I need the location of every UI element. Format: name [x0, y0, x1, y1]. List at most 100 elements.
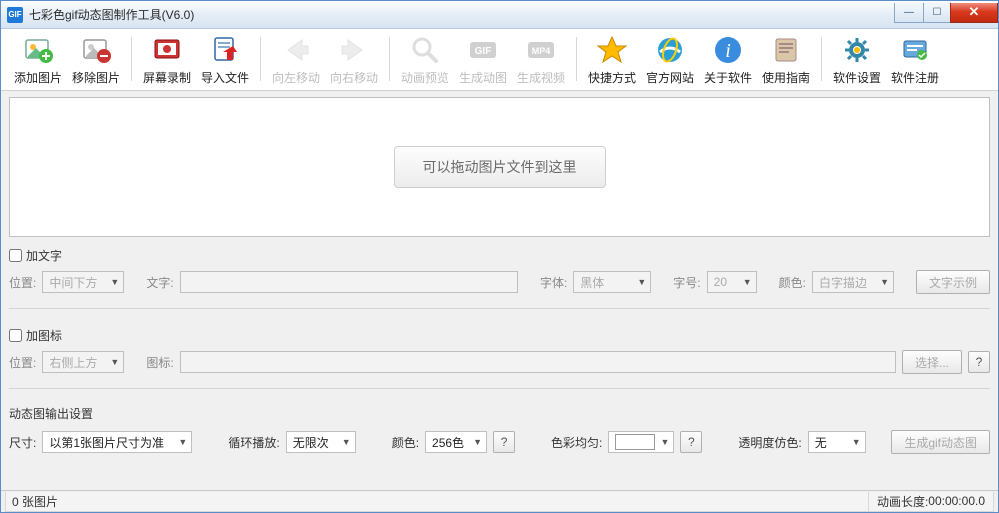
toolbar-separator [576, 37, 577, 81]
arrow-right-icon [338, 35, 370, 67]
toolbar-label: 导入文件 [201, 69, 249, 86]
toolbar-label: 软件注册 [891, 69, 939, 86]
text-sample-button[interactable]: 文字示例 [916, 270, 990, 294]
out-color-label: 颜色: [392, 434, 419, 451]
add-text-checkbox[interactable] [9, 249, 22, 262]
icon-panel: 加图标 位置: 右侧上方 图标: 选择... ? [9, 323, 990, 374]
toolbar-label: 软件设置 [833, 69, 881, 86]
toolbar-separator [821, 37, 822, 81]
toolbar-label: 向右移动 [330, 69, 378, 86]
out-loop-label: 循环播放: [228, 434, 279, 451]
out-avg-help[interactable]: ? [680, 431, 702, 453]
toolbar-add-image-button[interactable]: 添加图片 [9, 33, 67, 88]
icon-pos-label: 位置: [9, 354, 36, 371]
out-color-help[interactable]: ? [493, 431, 515, 453]
info-icon: i [712, 35, 744, 67]
gif-icon: GIF [467, 35, 499, 67]
content-area: 可以拖动图片文件到这里 加文字 位置: 中间下方 文字: 字体: 黑体 字号: … [1, 91, 998, 490]
text-color-label: 颜色: [779, 274, 806, 291]
toolbar-register-button[interactable]: 软件注册 [886, 33, 944, 88]
toolbar-screen-record-button[interactable]: 屏幕录制 [138, 33, 196, 88]
maximize-button[interactable]: ☐ [923, 3, 951, 23]
toolbar: 添加图片移除图片屏幕录制导入文件 向左移动向右移动 动画预览 GIF生成动图MP4生成… [1, 29, 998, 91]
toolbar-label: 屏幕录制 [143, 69, 191, 86]
make-gif-button[interactable]: 生成gif动态图 [891, 430, 990, 454]
text-pos-select[interactable]: 中间下方 [42, 271, 124, 293]
gear-icon [841, 35, 873, 67]
out-avg-select[interactable] [608, 431, 674, 453]
star-icon [596, 35, 628, 67]
ie-icon [654, 35, 686, 67]
svg-text:GIF: GIF [475, 46, 492, 57]
arrow-left-icon [280, 35, 312, 67]
minimize-button[interactable]: — [894, 3, 924, 23]
status-image-count: 0 张图片 [5, 492, 869, 512]
mp4-icon: MP4 [525, 35, 557, 67]
text-panel: 加文字 位置: 中间下方 文字: 字体: 黑体 字号: 20 颜色: 白字描边 … [9, 243, 990, 294]
toolbar-label: 快捷方式 [588, 69, 636, 86]
book-icon [770, 35, 802, 67]
toolbar-make-gif-button: GIF生成动图 [454, 33, 512, 88]
toolbar-label: 使用指南 [762, 69, 810, 86]
color-swatch-icon [615, 434, 655, 450]
divider [9, 308, 990, 309]
toolbar-settings-button[interactable]: 软件设置 [828, 33, 886, 88]
status-duration-value: 00:00:00.0 [928, 494, 985, 508]
toolbar-label: 官方网站 [646, 69, 694, 86]
status-duration-label: 动画长度: [877, 493, 928, 510]
icon-path-label: 图标: [146, 354, 173, 371]
app-icon: GIF [7, 7, 23, 23]
add-icon-label: 加图标 [26, 327, 62, 344]
text-font-label: 字体: [540, 274, 567, 291]
toolbar-label: 动画预览 [401, 69, 449, 86]
icon-pos-select[interactable]: 右侧上方 [42, 351, 124, 373]
record-icon [151, 35, 183, 67]
toolbar-move-left-button: 向左移动 [267, 33, 325, 88]
text-content-input[interactable] [180, 271, 518, 293]
toolbar-guide-button[interactable]: 使用指南 [757, 33, 815, 88]
toolbar-website-button[interactable]: 官方网站 [641, 33, 699, 88]
out-dither-select[interactable]: 无 [808, 431, 866, 453]
register-icon [899, 35, 931, 67]
toolbar-label: 关于软件 [704, 69, 752, 86]
add-icon-checkbox[interactable] [9, 329, 22, 342]
toolbar-move-right-button: 向右移动 [325, 33, 383, 88]
drop-area[interactable]: 可以拖动图片文件到这里 [9, 97, 990, 237]
toolbar-separator [260, 37, 261, 81]
divider [9, 388, 990, 389]
toolbar-about-button[interactable]: i 关于软件 [699, 33, 757, 88]
toolbar-separator [131, 37, 132, 81]
out-size-label: 尺寸: [9, 434, 36, 451]
text-content-label: 文字: [146, 274, 173, 291]
magnify-icon [409, 35, 441, 67]
titlebar: GIF 七彩色gif动态图制作工具(V6.0) — ☐ ✕ [1, 1, 998, 29]
toolbar-import-file-button[interactable]: 导入文件 [196, 33, 254, 88]
text-font-select[interactable]: 黑体 [573, 271, 651, 293]
toolbar-label: 添加图片 [14, 69, 62, 86]
add-image-icon [22, 35, 54, 67]
svg-text:MP4: MP4 [532, 46, 551, 56]
text-pos-label: 位置: [9, 274, 36, 291]
app-window: GIF 七彩色gif动态图制作工具(V6.0) — ☐ ✕ 添加图片移除图片屏幕… [0, 0, 999, 513]
text-color-select[interactable]: 白字描边 [812, 271, 894, 293]
drop-hint-button[interactable]: 可以拖动图片文件到这里 [394, 146, 606, 188]
text-size-select[interactable]: 20 [707, 271, 757, 293]
add-text-label: 加文字 [26, 247, 62, 264]
toolbar-make-video-button: MP4生成视频 [512, 33, 570, 88]
out-avg-label: 色彩均匀: [551, 434, 602, 451]
icon-path-input[interactable] [180, 351, 896, 373]
out-size-select[interactable]: 以第1张图片尺寸为准 [42, 431, 192, 453]
text-size-label: 字号: [673, 274, 700, 291]
out-loop-select[interactable]: 无限次 [286, 431, 356, 453]
toolbar-preview-button: 动画预览 [396, 33, 454, 88]
toolbar-shortcut-button[interactable]: 快捷方式 [583, 33, 641, 88]
svg-text:i: i [725, 40, 731, 62]
out-color-select[interactable]: 256色 [425, 431, 487, 453]
toolbar-separator [389, 37, 390, 81]
close-button[interactable]: ✕ [950, 3, 998, 23]
icon-help-button[interactable]: ? [968, 351, 990, 373]
window-controls: — ☐ ✕ [895, 3, 998, 23]
icon-select-button[interactable]: 选择... [902, 350, 962, 374]
window-title: 七彩色gif动态图制作工具(V6.0) [29, 6, 895, 23]
toolbar-remove-image-button[interactable]: 移除图片 [67, 33, 125, 88]
